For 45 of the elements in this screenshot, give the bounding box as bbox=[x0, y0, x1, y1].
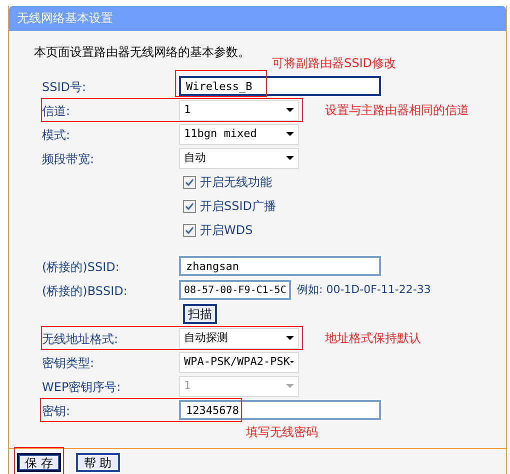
check-icon bbox=[185, 226, 194, 234]
example-hint: 例如: 00-1D-0F-11-22-33 bbox=[297, 282, 431, 298]
text-field[interactable]: 08-57-00-F9-C1-5C bbox=[179, 280, 291, 300]
checkbox[interactable] bbox=[183, 200, 196, 212]
caret-icon bbox=[286, 384, 294, 388]
check-icon bbox=[185, 178, 194, 186]
field-label: 密钥: bbox=[42, 404, 70, 418]
checkbox[interactable] bbox=[183, 224, 196, 236]
caret-icon bbox=[290, 360, 294, 364]
dropdown[interactable]: 自动 bbox=[179, 148, 299, 168]
check-icon bbox=[185, 202, 194, 210]
window-title: 无线网络基本设置 bbox=[9, 6, 506, 31]
intro-text: 本页面设置路由器无线网络的基本参数。 bbox=[34, 44, 251, 61]
field-label: 密钥类型: bbox=[42, 356, 94, 370]
field-label: 信道: bbox=[42, 104, 70, 118]
field-label: (桥接的)SSID: bbox=[42, 260, 120, 274]
annotation-note: 地址格式保持默认 bbox=[325, 330, 421, 347]
caret-icon bbox=[286, 336, 294, 340]
field-label: 无线地址格式: bbox=[42, 332, 118, 346]
annotation-note: 可将副路由器SSID修改 bbox=[272, 55, 396, 72]
caret-icon bbox=[286, 108, 294, 112]
field-label: WEP密钥序号: bbox=[42, 380, 121, 394]
checkbox-label: 开启WDS bbox=[200, 222, 253, 239]
dropdown[interactable]: 自动探测 bbox=[179, 328, 299, 348]
checkbox-label: 开启无线功能 bbox=[200, 174, 272, 191]
caret-icon bbox=[286, 156, 294, 160]
field-label: (桥接的)BSSID: bbox=[42, 284, 128, 298]
caret-icon bbox=[286, 132, 294, 136]
annotation-note: 填写无线密码 bbox=[246, 424, 318, 441]
text-field[interactable]: 12345678 bbox=[179, 400, 381, 420]
field-label: 模式: bbox=[42, 128, 70, 142]
dropdown[interactable]: 1 bbox=[179, 100, 299, 120]
scan-button[interactable]: 扫描 bbox=[183, 304, 217, 324]
field-label: SSID号: bbox=[42, 80, 86, 94]
dropdown[interactable]: WPA-PSK/WPA2-PSK bbox=[179, 352, 299, 372]
field-label: 频段带宽: bbox=[42, 152, 94, 166]
checkbox-label: 开启SSID广播 bbox=[200, 198, 276, 215]
dropdown[interactable]: 11bgn mixed bbox=[179, 124, 299, 144]
text-field[interactable]: Wireless_B bbox=[179, 76, 381, 96]
dropdown: 1 bbox=[179, 376, 299, 396]
footer-button[interactable]: 帮 助 bbox=[76, 453, 120, 472]
footer-button[interactable]: 保 存 bbox=[17, 453, 61, 472]
annotation-note: 设置与主路由器相同的信道 bbox=[325, 102, 469, 119]
text-field[interactable]: zhangsan bbox=[179, 256, 381, 276]
checkbox[interactable] bbox=[183, 176, 196, 188]
